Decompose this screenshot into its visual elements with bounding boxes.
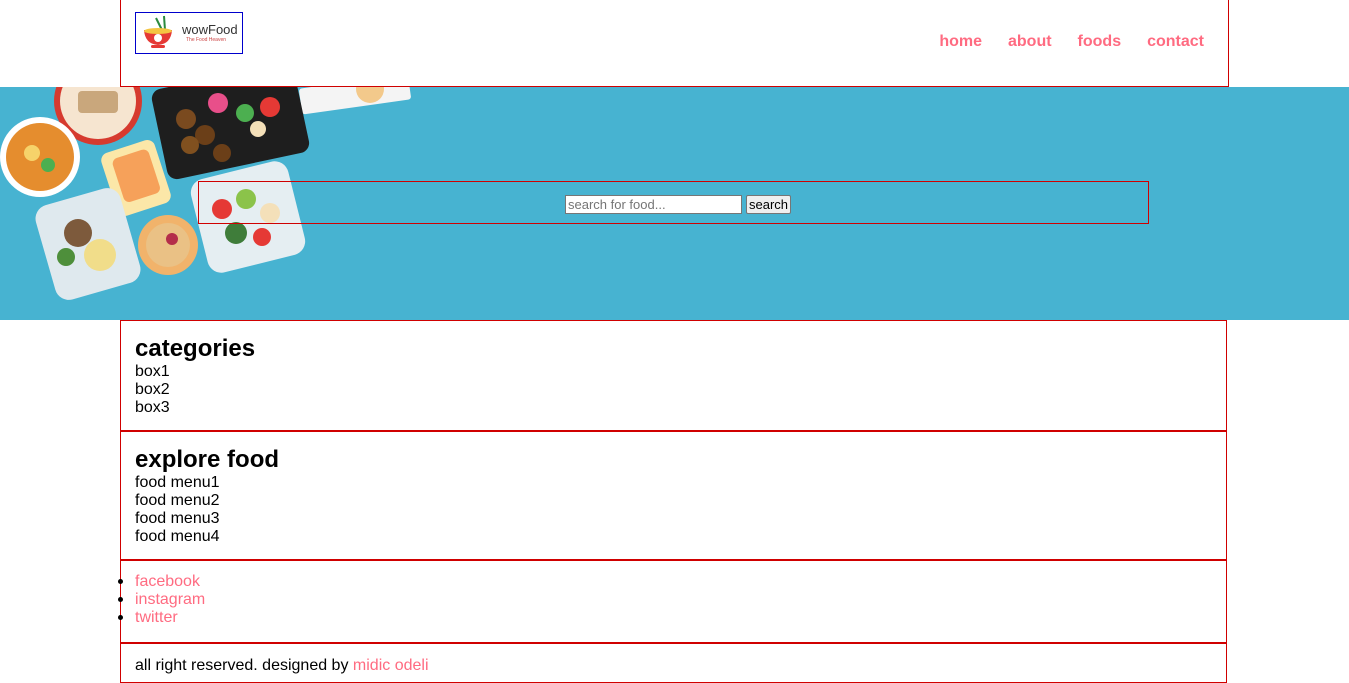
food-menu-item: food menu1 [135, 474, 220, 491]
categories-section: categories box1 box2 box3 [120, 320, 1227, 431]
nav-foods[interactable]: foods [1078, 33, 1122, 51]
list-item: instagram [118, 591, 1212, 609]
search-container: search [198, 181, 1149, 224]
brand-name: wowFood [182, 22, 238, 37]
social-section: facebook instagram twitter [118, 560, 1227, 643]
search-input[interactable] [565, 195, 742, 214]
brand-tagline: The Food Heaven [186, 37, 227, 43]
nav-home[interactable]: home [939, 33, 982, 51]
food-search-hero: search [0, 87, 1349, 320]
nav-about[interactable]: about [1008, 33, 1052, 51]
category-item: box3 [135, 399, 170, 416]
footer: all right reserved. designed by midic od… [120, 643, 1227, 683]
food-bowl-icon [138, 14, 178, 52]
food-menu-item: food menu3 [135, 510, 220, 527]
twitter-link[interactable]: twitter [135, 609, 178, 626]
category-item: box2 [135, 381, 170, 398]
search-button[interactable]: search [746, 195, 792, 214]
categories-heading: categories [135, 335, 256, 362]
search-form: search [565, 195, 792, 214]
list-item: twitter [118, 609, 1212, 627]
food-menu-item: food menu4 [135, 528, 220, 545]
logo[interactable]: wowFood The Food Heaven [135, 12, 243, 54]
food-menu-item: food menu2 [135, 492, 220, 509]
explore-food-section: explore food food menu1 food menu2 food … [120, 431, 1227, 560]
instagram-link[interactable]: instagram [135, 591, 205, 608]
category-item: box1 [135, 363, 170, 380]
explore-food-heading: explore food [135, 446, 280, 473]
footer-text: all right reserved. designed by midic od… [135, 657, 1212, 675]
nav-contact[interactable]: contact [1147, 33, 1204, 51]
social-links-list: facebook instagram twitter [118, 573, 1212, 627]
navbar: wowFood The Food Heaven home about foods… [120, 0, 1229, 87]
facebook-link[interactable]: facebook [135, 573, 200, 590]
list-item: facebook [118, 573, 1212, 591]
main-menu: home about foods contact [939, 33, 1204, 51]
